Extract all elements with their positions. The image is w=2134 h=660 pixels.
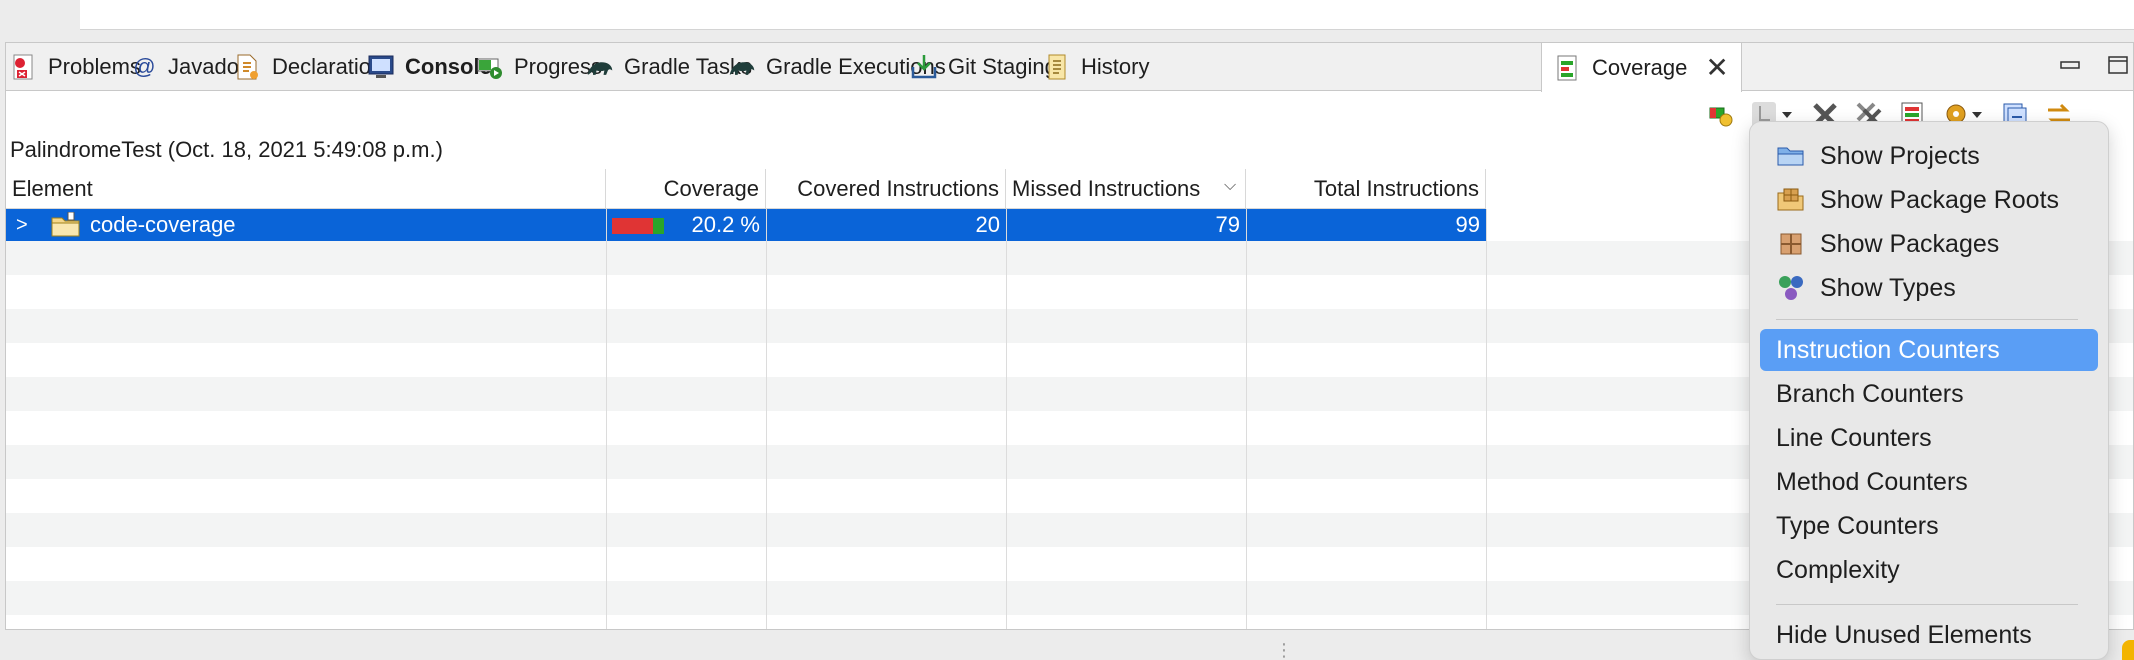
- package-icon: [1776, 229, 1806, 259]
- column-divider: [1246, 209, 1247, 629]
- table-row[interactable]: > code-coverage 20.2 % 20 79 99: [6, 209, 1486, 241]
- tab-console[interactable]: Console: [367, 43, 492, 91]
- menu-item-type-counters[interactable]: Type Counters: [1760, 505, 2098, 547]
- eclipse-window: Problems @ Javadoc Declaration Console P…: [0, 0, 2134, 660]
- menu-item-hide-unused-elements[interactable]: Hide Unused Elements: [1760, 614, 2098, 656]
- menu-item-instruction-counters[interactable]: Instruction Counters: [1760, 329, 2098, 371]
- types-icon: [1776, 273, 1806, 303]
- view-dropdown-menu: Show Projects Show Package Roots Show Pa…: [1749, 121, 2109, 660]
- view-tab-bar: Problems @ Javadoc Declaration Console P…: [6, 43, 2133, 92]
- problems-icon: [10, 53, 38, 81]
- history-icon: [1043, 53, 1071, 81]
- column-divider: [766, 209, 767, 629]
- column-header-covered-instructions[interactable]: Covered Instructions: [766, 169, 1006, 209]
- cell-total-instructions: 99: [1455, 212, 1480, 237]
- declaration-icon: [234, 53, 262, 81]
- coverage-icon: [1554, 54, 1582, 82]
- table-header: Element Coverage Covered Instructions Mi…: [6, 169, 1486, 209]
- tab-declaration[interactable]: Declaration: [234, 43, 383, 91]
- menu-item-show-package-roots[interactable]: Show Package Roots: [1760, 179, 2098, 221]
- coverage-bar: [612, 218, 664, 234]
- project-folder-icon: [50, 211, 84, 238]
- menu-item-show-packages[interactable]: Show Packages: [1760, 223, 2098, 265]
- editor-area: [80, 0, 2134, 30]
- sort-descending-icon: ⌵: [1224, 177, 1237, 194]
- package-root-icon: [1776, 185, 1806, 215]
- git-staging-icon: [910, 53, 938, 81]
- menu-item-label: Method Counters: [1776, 467, 1968, 496]
- menu-item-label: Show Packages: [1820, 229, 2000, 258]
- menu-separator: [1776, 319, 2078, 320]
- tab-history[interactable]: History: [1043, 43, 1149, 91]
- menu-item-show-types[interactable]: Show Types: [1760, 267, 2098, 309]
- menu-item-label: Branch Counters: [1776, 379, 1964, 408]
- coverage-bar-missed: [612, 218, 653, 234]
- close-icon[interactable]: ✕: [1705, 53, 1728, 82]
- menu-item-method-counters[interactable]: Method Counters: [1760, 461, 2098, 503]
- folder-icon: [1776, 141, 1806, 171]
- column-divider: [606, 209, 607, 629]
- cell-element: code-coverage: [90, 212, 236, 237]
- menu-item-label: Type Counters: [1776, 511, 1939, 540]
- tab-javadoc[interactable]: @ Javadoc: [130, 43, 250, 91]
- tab-progress[interactable]: Progress: [476, 43, 602, 91]
- tab-git-staging[interactable]: Git Staging: [910, 43, 1057, 91]
- menu-item-label: Show Types: [1820, 273, 1956, 302]
- tab-label: Problems: [48, 54, 141, 79]
- corner-indicator: [2122, 640, 2134, 660]
- tab-label: History: [1081, 54, 1150, 79]
- gradle-icon: [728, 53, 756, 81]
- tab-problems[interactable]: Problems: [10, 43, 141, 91]
- cell-missed-instructions: 79: [1215, 212, 1240, 237]
- javadoc-icon: @: [132, 54, 156, 79]
- menu-item-branch-counters[interactable]: Branch Counters: [1760, 373, 2098, 415]
- relaunch-icon[interactable]: [1706, 100, 1736, 130]
- console-icon: [367, 53, 395, 81]
- menu-item-show-projects[interactable]: Show Projects: [1760, 135, 2098, 177]
- menu-item-label: Complexity: [1776, 555, 1900, 584]
- column-divider: [1006, 209, 1007, 629]
- column-header-total-instructions[interactable]: Total Instructions: [1246, 169, 1486, 209]
- menu-item-label: Show Projects: [1820, 141, 1980, 170]
- column-divider: [1486, 209, 1487, 629]
- maximize-icon[interactable]: [2107, 55, 2129, 80]
- menu-item-label: Hide Unused Elements: [1776, 620, 2032, 649]
- column-header-element[interactable]: Element: [6, 169, 606, 209]
- menu-separator: [1776, 604, 2078, 605]
- cell-covered-instructions: 20: [975, 212, 1000, 237]
- cell-coverage: 20.2 %: [691, 212, 761, 237]
- column-header-missed-instructions[interactable]: Missed Instructions: [1006, 169, 1246, 209]
- session-title: PalindromeTest (Oct. 18, 2021 5:49:08 p.…: [10, 137, 443, 162]
- menu-item-label: Show Package Roots: [1820, 185, 2060, 214]
- gradle-icon: [586, 53, 614, 81]
- column-header-label: Missed Instructions: [1012, 176, 1201, 201]
- tab-label: Git Staging: [948, 54, 1057, 79]
- menu-item-label: Instruction Counters: [1776, 335, 2000, 364]
- chevron-right-icon[interactable]: >: [16, 209, 28, 241]
- view-window-controls: [2059, 43, 2133, 91]
- minimize-icon[interactable]: [2059, 56, 2081, 79]
- column-header-coverage[interactable]: Coverage: [606, 169, 766, 209]
- tab-label: Coverage: [1592, 54, 1688, 80]
- menu-item-label: Line Counters: [1776, 423, 1932, 452]
- menu-item-complexity[interactable]: Complexity: [1760, 549, 2098, 591]
- tab-coverage[interactable]: Coverage ✕: [1541, 43, 1742, 92]
- coverage-bar-covered: [653, 218, 664, 234]
- progress-icon: [476, 53, 504, 81]
- menu-item-line-counters[interactable]: Line Counters: [1760, 417, 2098, 459]
- sash-handle-icon[interactable]: ⋮: [1275, 640, 1293, 660]
